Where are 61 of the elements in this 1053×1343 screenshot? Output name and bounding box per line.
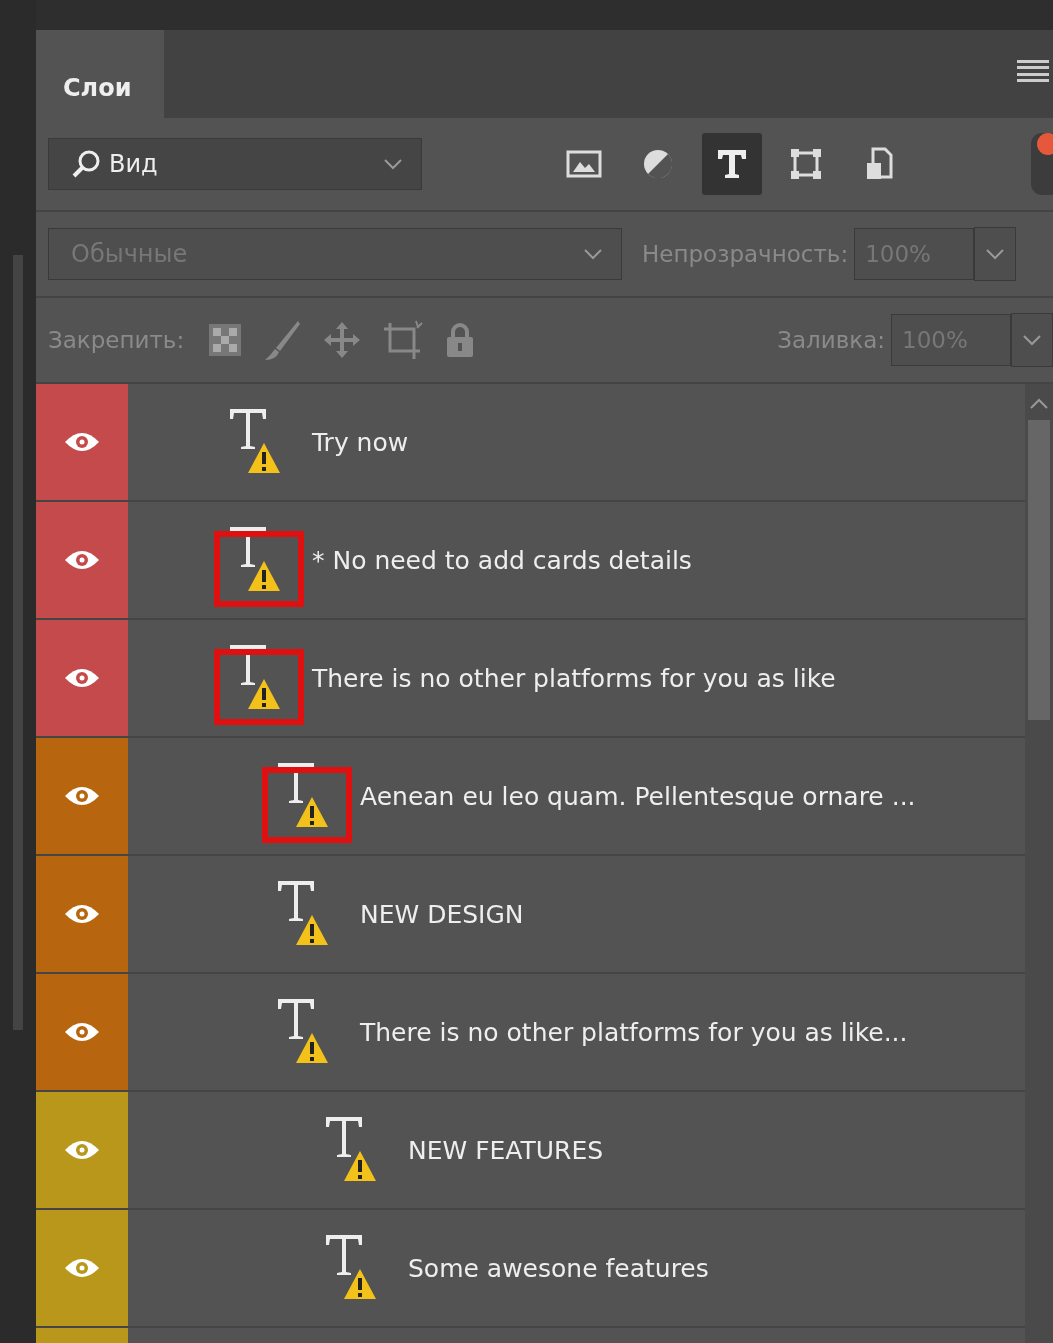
shape-icon	[789, 147, 823, 181]
visibility-toggle[interactable]	[36, 1092, 128, 1208]
visibility-toggle[interactable]	[36, 738, 128, 854]
layer-name: There is no other platforms for you as like...	[360, 1017, 908, 1047]
layer-row[interactable]: Aenean eu leo quam. Pellentesque ornare ...	[36, 738, 1025, 856]
document-icon	[865, 147, 895, 181]
eye-icon	[63, 1256, 101, 1280]
layer-name: Try now	[312, 427, 409, 457]
chevron-icon	[985, 248, 1006, 260]
layer-name: Some awesone features	[408, 1253, 709, 1283]
eye-icon	[63, 548, 101, 572]
search-icon	[71, 149, 101, 179]
visibility-toggle[interactable]	[36, 856, 128, 972]
filter-dropdown[interactable]: Вид	[48, 138, 422, 190]
text-layer-icon	[324, 1115, 364, 1159]
chevron-icon	[1022, 334, 1042, 346]
chevron-icon	[583, 248, 603, 260]
scrollbar-thumb[interactable]	[1028, 420, 1050, 720]
crop-frame-icon	[382, 319, 425, 361]
text-layer-icon	[276, 879, 316, 923]
layer-row[interactable]: Try now	[36, 384, 1025, 502]
visibility-toggle[interactable]	[36, 974, 128, 1090]
visibility-toggle[interactable]	[36, 1210, 128, 1326]
eye-icon	[63, 430, 101, 454]
checker-icon	[208, 323, 243, 357]
layer-row[interactable]: NEW FEATURES	[36, 1092, 1025, 1210]
visibility-toggle[interactable]	[36, 384, 128, 500]
layer-row[interactable]: * No need to add cards details	[36, 502, 1025, 620]
text-layer-icon	[324, 1233, 364, 1277]
text-layer-icon	[276, 761, 316, 805]
chevron-icon	[383, 158, 403, 170]
dropdown-button[interactable]	[1011, 313, 1053, 367]
eye-icon	[63, 902, 101, 926]
dropdown-button[interactable]	[974, 227, 1017, 281]
visibility-toggle[interactable]	[36, 502, 128, 618]
type-icon	[716, 148, 748, 180]
eye-icon	[63, 666, 101, 690]
layer-name: Aenean eu leo quam. Pellentesque ornare ...	[360, 781, 916, 811]
text-layer-icon	[228, 643, 268, 687]
filter-button[interactable]	[702, 133, 762, 195]
layer-row[interactable]: There is no other platforms for you as like	[36, 620, 1025, 738]
layer-name: NEW DESIGN	[360, 899, 524, 929]
half-circle-icon	[642, 148, 674, 180]
visibility-toggle[interactable]	[36, 620, 128, 736]
text-layer-icon	[276, 997, 316, 1041]
layer-name: NEW FEATURES	[408, 1135, 604, 1165]
image-icon	[566, 150, 602, 178]
scroll-up-icon[interactable]	[1029, 398, 1049, 410]
eye-icon	[63, 1138, 101, 1162]
eye-icon	[63, 784, 101, 808]
layer-row[interactable]: Some awesone features	[36, 1210, 1025, 1328]
text-layer-icon	[228, 407, 268, 451]
scrollbar-thumb[interactable]	[13, 255, 23, 1030]
layer-name: There is no other platforms for you as like	[312, 663, 836, 693]
eye-icon	[63, 1020, 101, 1044]
text-layer-icon	[228, 525, 268, 569]
menu-icon[interactable]	[1017, 60, 1049, 82]
layers-tab[interactable]: Слои	[36, 30, 164, 118]
layer-row[interactable]: There is no other platforms for you as like...	[36, 974, 1025, 1092]
layer-row[interactable]: NEW DESIGN	[36, 856, 1025, 974]
layer-name: * No need to add cards details	[312, 545, 692, 575]
